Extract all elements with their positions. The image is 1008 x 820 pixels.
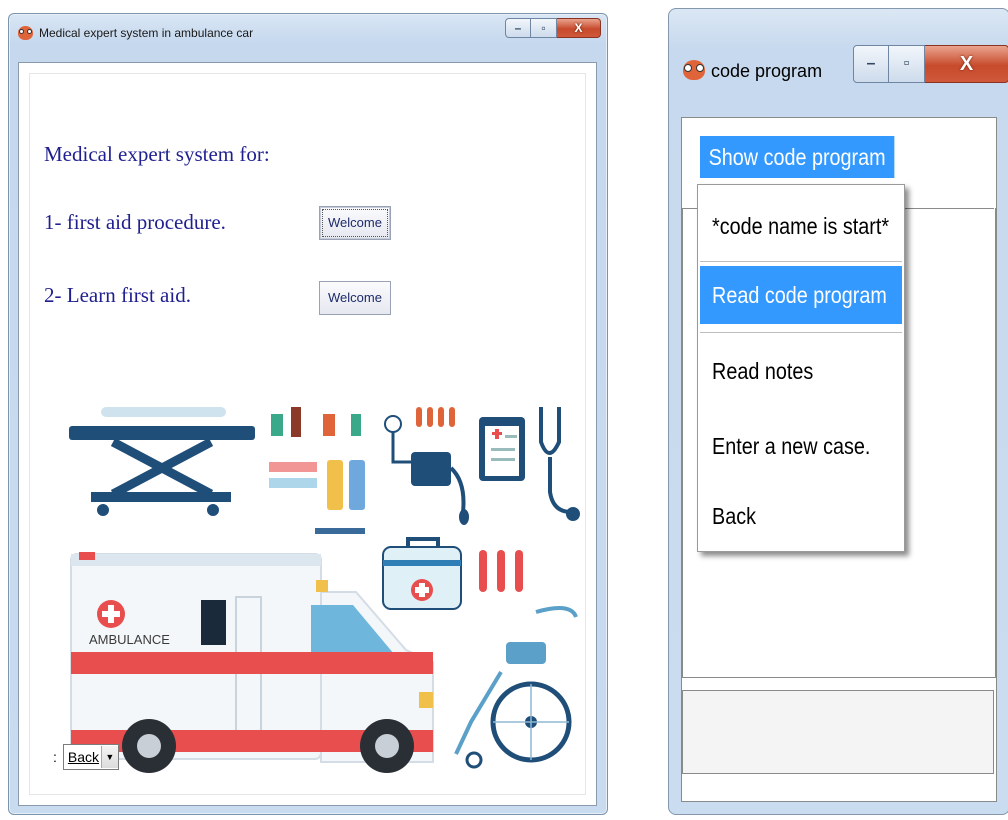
menu-show-code-program[interactable]: Show code program — [700, 136, 895, 178]
window-controls: – ▫ X — [853, 45, 1008, 85]
menu-item-read-code-program[interactable]: Read code program — [700, 266, 902, 324]
stethoscope-icon — [539, 407, 580, 521]
clipboard-icon — [479, 417, 525, 481]
item-first-aid-procedure-label: 1- first aid procedure. — [44, 210, 226, 234]
system-heading: Medical expert system for: — [44, 142, 270, 166]
window-title: code program — [711, 61, 823, 81]
maximize-icon: ▫ — [541, 21, 546, 35]
close-icon: X — [959, 53, 974, 75]
main-window: Medical expert system in ambulance car –… — [8, 13, 608, 815]
first-aid-kit-icon — [382, 537, 462, 610]
back-select-prefix: : — [53, 749, 57, 765]
menu-separator — [700, 332, 902, 333]
medicine-bottles-icon — [269, 407, 365, 534]
welcome-button-2[interactable]: Welcome — [319, 281, 391, 315]
menu-item-code-name[interactable]: *code name is start* — [700, 197, 902, 255]
minimize-icon: – — [514, 21, 522, 35]
window-title: Medical expert system in ambulance car — [39, 26, 254, 40]
title-bar[interactable]: Medical expert system in ambulance car –… — [9, 14, 607, 52]
test-tubes-icon — [479, 550, 523, 592]
maximize-icon: ▫ — [903, 55, 910, 72]
minimize-button[interactable]: – — [853, 45, 889, 83]
status-panel — [682, 690, 994, 774]
dropdown-menu: *code name is start* Read code program R… — [697, 184, 905, 552]
ambulance-icon: AMBULANCE — [70, 552, 434, 773]
window-controls: – ▫ X — [505, 18, 601, 40]
minimize-icon: – — [866, 55, 876, 72]
blood-pressure-monitor-icon — [384, 407, 469, 525]
owl-app-icon — [18, 26, 33, 40]
close-button[interactable]: X — [925, 45, 1008, 83]
stretcher-icon — [69, 407, 255, 516]
wheelchair-icon — [454, 606, 578, 769]
ambulance-label: AMBULANCE — [89, 632, 170, 647]
minimize-button[interactable]: – — [505, 18, 531, 38]
welcome-button-1[interactable]: Welcome — [319, 206, 391, 240]
owl-app-icon — [683, 60, 705, 80]
close-button[interactable]: X — [557, 18, 601, 38]
item-learn-first-aid-label: 2- Learn first aid. — [44, 283, 191, 307]
medical-illustration: AMBULANCE — [69, 407, 580, 773]
menu-separator — [700, 261, 902, 262]
back-select-box[interactable]: Back ▼ — [62, 744, 119, 770]
back-select[interactable]: : Back ▼ — [53, 743, 119, 771]
maximize-button[interactable]: ▫ — [889, 45, 925, 83]
menu-item-read-notes[interactable]: Read notes — [700, 342, 902, 400]
maximize-button[interactable]: ▫ — [531, 18, 557, 38]
close-icon: X — [574, 21, 583, 35]
menu-item-back[interactable]: Back — [700, 487, 902, 545]
back-select-value: Back — [67, 749, 100, 765]
menu-item-enter-new-case[interactable]: Enter a new case. — [700, 417, 902, 475]
chevron-down-icon[interactable]: ▼ — [100, 746, 118, 768]
